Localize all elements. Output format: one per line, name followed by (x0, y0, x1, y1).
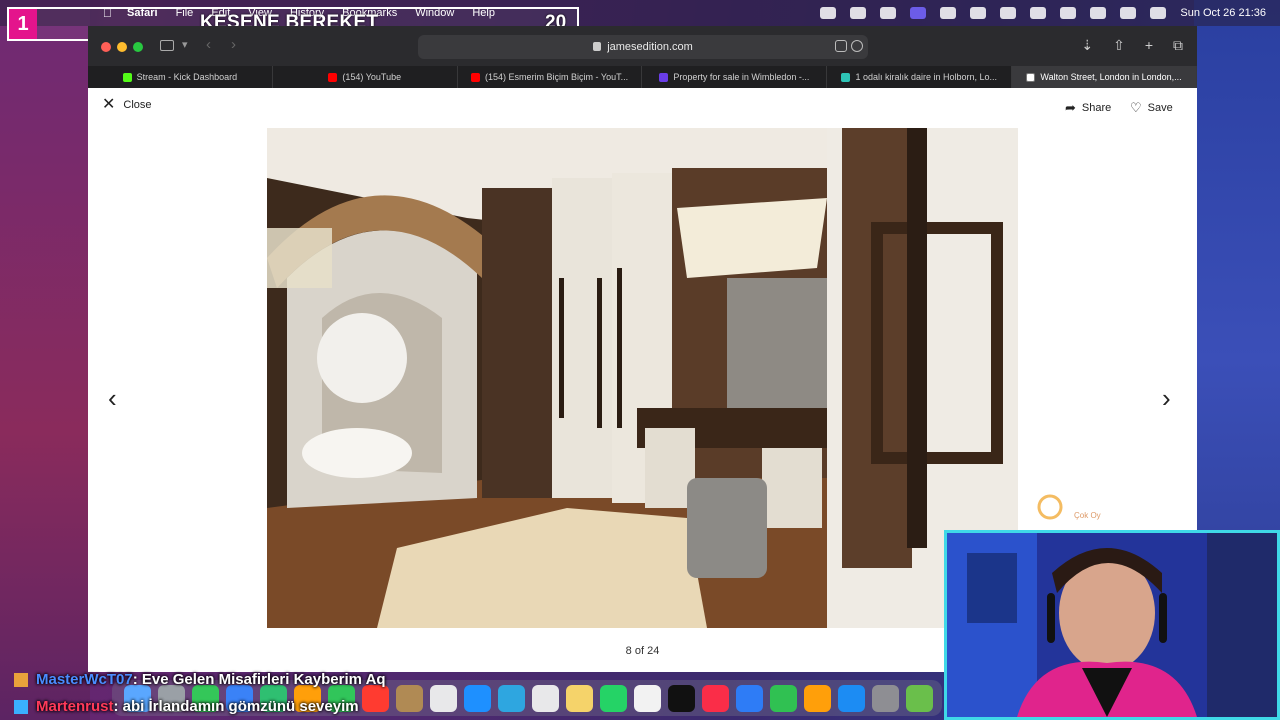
badge-icon (14, 699, 28, 714)
gallery-photo (267, 128, 1018, 628)
save-button[interactable]: ♡ Save (1130, 100, 1173, 116)
search-icon[interactable] (1120, 7, 1137, 19)
tab-kick-dashboard[interactable]: Stream - Kick Dashboard (88, 66, 273, 88)
badge-icon (14, 672, 28, 687)
close-button[interactable]: ✕ Close (102, 96, 152, 113)
stream-overlay-number: 1 (9, 9, 37, 39)
tab-holborn-rental[interactable]: 1 odalı kiralık daire in Holborn, Lo... (827, 66, 1013, 88)
share-icon: ➦ (1065, 100, 1076, 115)
freeform-icon[interactable] (634, 684, 661, 712)
control-center-icon[interactable] (1150, 7, 1167, 19)
chat-message: MasterWcT07 : Eve Gelen Misafirleri Kayb… (14, 666, 634, 693)
close-label: Close (123, 99, 152, 111)
globe-icon[interactable] (906, 684, 933, 712)
tab-label: Walton Street, London in London,... (1040, 72, 1182, 82)
stream-chat: MasterWcT07 : Eve Gelen Misafirleri Kayb… (14, 666, 634, 720)
close-window-icon[interactable] (101, 42, 111, 52)
chat-message: Martenrust : abi İrlandamın gömzünü seve… (14, 693, 634, 720)
toolbar-actions: ⇣ ⇧ + ⧉ (1081, 38, 1183, 52)
zoom-window-icon[interactable] (133, 42, 143, 52)
wifi-icon[interactable] (1090, 7, 1107, 19)
apple-tv-icon[interactable] (668, 684, 695, 712)
zoopla-icon (659, 72, 669, 82)
streamer-camera-image (947, 533, 1277, 717)
tab-label: Property for sale in Wimbledon -... (673, 72, 810, 82)
youtube-icon (471, 72, 481, 82)
translate-icon[interactable] (835, 40, 847, 52)
save-label: Save (1147, 102, 1173, 114)
play-icon[interactable] (1030, 7, 1047, 19)
url-text: jamesedition.com (607, 41, 693, 53)
window-controls (101, 42, 143, 52)
status-area: Sun Oct 26 21:36 (820, 0, 1266, 26)
chat-username: MasterWcT07 (36, 671, 133, 688)
keynote-icon[interactable] (736, 684, 763, 712)
star-icon (841, 72, 851, 82)
chat-username: Martenrust (36, 698, 114, 715)
address-bar[interactable]: jamesedition.com (418, 35, 868, 59)
reload-icon[interactable] (851, 40, 863, 52)
close-icon: ✕ (102, 96, 116, 113)
music-icon[interactable] (702, 684, 729, 712)
youtube-icon (328, 72, 338, 82)
screen-share-icon[interactable] (910, 7, 927, 19)
heart-icon: ♡ (1130, 100, 1142, 115)
back-icon[interactable]: ‹ (206, 36, 211, 53)
tab-label: 1 odalı kiralık daire in Holborn, Lo... (855, 72, 998, 82)
sidebar-toggle-icon[interactable] (160, 40, 174, 51)
tab-wimbledon-property[interactable]: Property for sale in Wimbledon -... (642, 66, 828, 88)
chevron-left-icon[interactable]: ‹ (108, 385, 117, 411)
new-tab-icon[interactable]: + (1145, 38, 1153, 52)
tab-overview-icon[interactable]: ⧉ (1173, 38, 1183, 52)
minimize-window-icon[interactable] (117, 42, 127, 52)
pages-icon[interactable] (804, 684, 831, 712)
webcam-feed (944, 530, 1280, 720)
keyboard-icon[interactable] (940, 7, 957, 19)
app-status-icon-2[interactable] (880, 7, 897, 19)
lock-icon (593, 42, 602, 51)
watermark-logo: Çok Oy (1037, 494, 1101, 520)
kick-icon (122, 72, 132, 82)
forward-icon[interactable]: › (231, 36, 236, 53)
chevron-right-icon[interactable]: › (1162, 385, 1171, 411)
grid-icon[interactable] (820, 7, 837, 19)
bathroom-dressing-room-image (267, 128, 1018, 628)
jamesedition-icon (1026, 72, 1036, 82)
system-settings-icon[interactable] (872, 684, 899, 712)
app-store-icon[interactable] (838, 684, 865, 712)
chat-text: : Eve Gelen Misafirleri Kayberim Aq (132, 671, 386, 688)
watermark-text: Çok Oy (1074, 511, 1101, 520)
app-status-icon[interactable] (850, 7, 867, 19)
browser-toolbar: ▾ ‹ › jamesedition.com ⇣ ⇧ + ⧉ (88, 26, 1197, 66)
tab-walton-street[interactable]: Walton Street, London in London,... (1012, 66, 1197, 88)
chevron-down-icon[interactable]: ▾ (182, 38, 188, 51)
cloud-icon[interactable] (970, 7, 987, 19)
tab-youtube-video[interactable]: (154) Esmerim Biçim Biçim - YouT... (458, 66, 643, 88)
desktop-background-left (0, 0, 90, 720)
battery-icon[interactable] (1060, 7, 1077, 19)
share-label: Share (1081, 102, 1112, 114)
tab-youtube[interactable]: (154) YouTube (273, 66, 458, 88)
tab-label: (154) Esmerim Biçim Biçim - YouT... (485, 72, 629, 82)
tab-label: Stream - Kick Dashboard (136, 72, 238, 82)
clock[interactable]: Sun Oct 26 21:36 (1180, 7, 1266, 19)
share-toolbar-icon[interactable]: ⇧ (1113, 38, 1125, 52)
chat-text: : abi İrlandamın gömzünü seveyim (113, 698, 359, 715)
download-icon[interactable]: ⇣ (1081, 38, 1093, 52)
share-button[interactable]: ➦ Share (1065, 100, 1111, 116)
microphone-icon[interactable] (1000, 7, 1017, 19)
numbers-icon[interactable] (770, 684, 797, 712)
tab-label: (154) YouTube (342, 72, 402, 82)
tab-bar: Stream - Kick Dashboard (154) YouTube (1… (88, 66, 1197, 88)
